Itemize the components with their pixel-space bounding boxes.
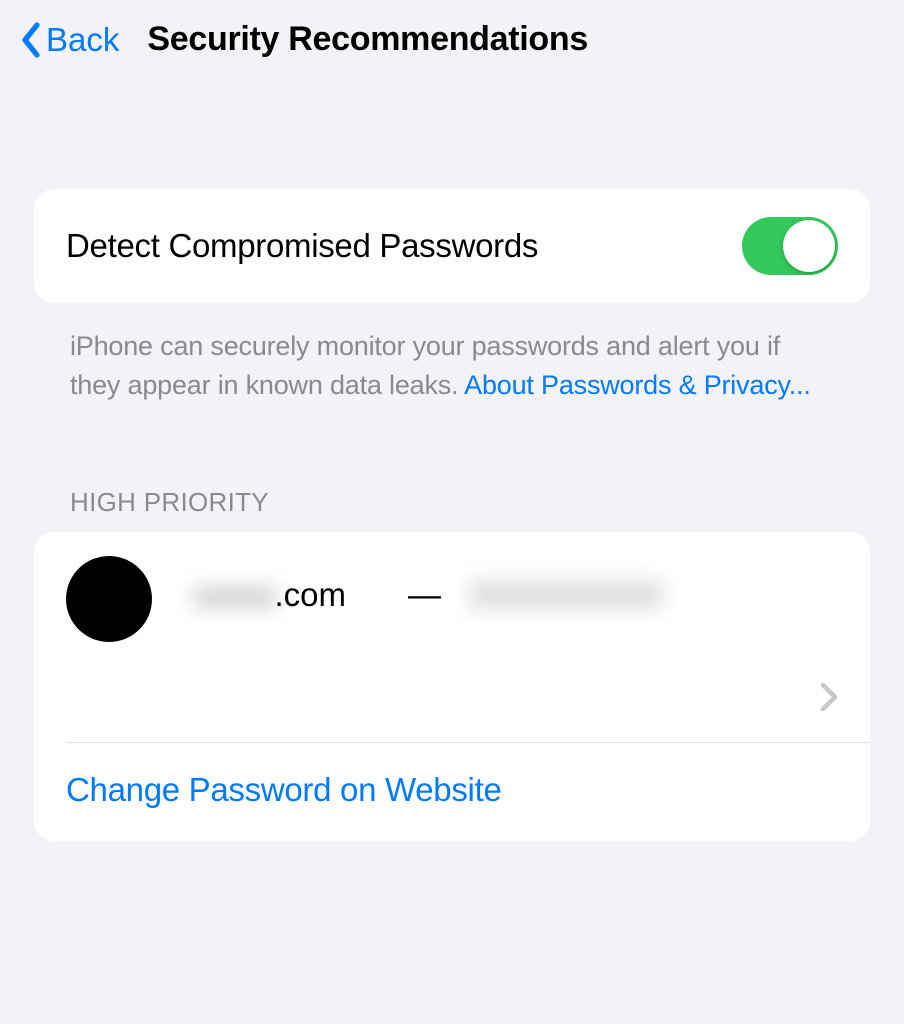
chevron-left-icon <box>20 22 42 58</box>
nav-bar: Back Security Recommendations <box>0 0 904 79</box>
section-header-high-priority: HIGH PRIORITY <box>34 487 870 532</box>
site-icon <box>66 556 152 642</box>
back-button[interactable]: Back <box>20 21 119 59</box>
account-redacted: XXXXXXXX <box>471 576 663 614</box>
chevron-right-icon <box>820 682 838 717</box>
high-priority-card: xxxxx .com — XXXXXXXX Change Password on… <box>34 532 870 841</box>
change-password-row[interactable]: Change Password on Website <box>34 743 870 841</box>
change-password-label: Change Password on Website <box>66 771 838 809</box>
footer-description: iPhone can securely monitor your passwor… <box>34 303 870 405</box>
detect-compromised-cell: Detect Compromised Passwords <box>34 189 870 303</box>
password-entry-row[interactable]: xxxxx .com — XXXXXXXX <box>34 532 870 742</box>
domain-prefix-redacted: xxxxx <box>194 576 277 614</box>
back-label: Back <box>46 21 119 59</box>
page-title: Security Recommendations <box>147 20 588 59</box>
detect-compromised-label: Detect Compromised Passwords <box>66 227 538 265</box>
entry-separator: — <box>408 576 441 614</box>
domain-suffix: .com <box>275 576 347 614</box>
detect-compromised-toggle[interactable] <box>742 217 838 275</box>
toggle-knob <box>783 220 835 272</box>
about-passwords-privacy-link[interactable]: About Passwords & Privacy... <box>464 370 811 400</box>
entry-text: xxxxx .com — XXXXXXXX <box>194 576 663 614</box>
